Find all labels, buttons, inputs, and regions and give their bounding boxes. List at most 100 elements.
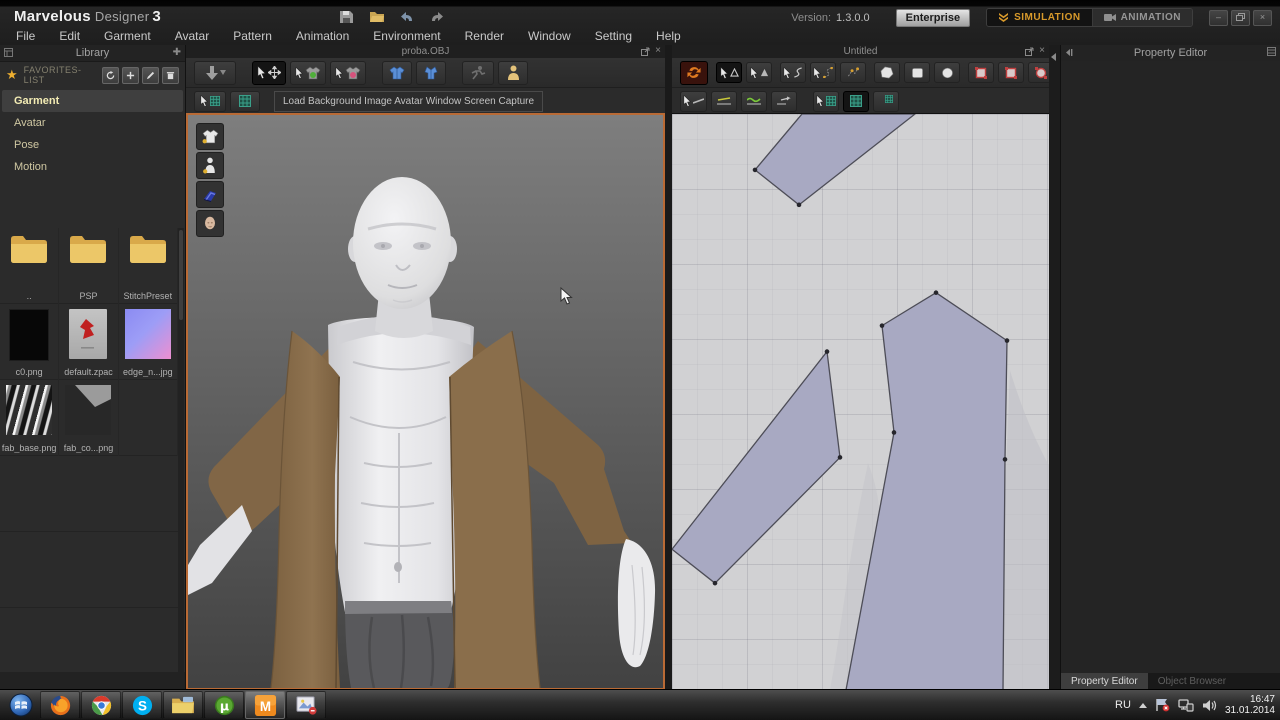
menu-file[interactable]: File — [4, 29, 47, 43]
show-avatar-toggle[interactable] — [196, 152, 224, 179]
panel-splitter[interactable] — [1049, 45, 1060, 690]
show-garment-toggle[interactable] — [196, 123, 224, 150]
language-indicator[interactable]: RU — [1115, 699, 1131, 711]
tooltip-text: Load Background Image Avatar Window Scre… — [283, 95, 535, 107]
menu-help[interactable]: Help — [644, 29, 693, 43]
undo-button[interactable] — [398, 9, 415, 24]
float-window-icon[interactable] — [1025, 47, 1034, 56]
refresh-button[interactable] — [102, 66, 119, 84]
show-avatar-button[interactable] — [498, 60, 528, 85]
show-garment-fit-button[interactable] — [416, 60, 446, 85]
start-button[interactable] — [2, 691, 40, 719]
show-fabric-toggle[interactable] — [196, 181, 224, 208]
menu-animation[interactable]: Animation — [284, 29, 361, 43]
menu-avatar[interactable]: Avatar — [163, 29, 221, 43]
thumbnail-edge-normal[interactable]: edge_n...jpg — [119, 304, 178, 380]
free-sew-button[interactable] — [741, 90, 767, 112]
thumbnail-fab-co[interactable]: fab_co...png — [59, 380, 119, 456]
library-item-motion[interactable]: Motion — [0, 156, 185, 178]
thumbnail-parent-folder[interactable]: .. — [0, 228, 60, 304]
undo-icon — [400, 11, 412, 21]
taskbar-skype[interactable]: S — [122, 691, 162, 719]
menu-pattern[interactable]: Pattern — [221, 29, 284, 43]
select-move-tool-button[interactable] — [252, 60, 286, 85]
menu-render[interactable]: Render — [453, 29, 516, 43]
close-panel-icon[interactable]: × — [1039, 46, 1045, 56]
internal-rectangle-tool-button[interactable] — [998, 62, 1024, 83]
panel-dock-icon[interactable]: ✚ — [173, 47, 181, 58]
texture-select-tool-button[interactable] — [194, 90, 226, 112]
texture-small-tool-button[interactable] — [873, 90, 899, 112]
library-scrollbar[interactable] — [178, 228, 184, 672]
tab-property-editor[interactable]: Property Editor — [1061, 673, 1148, 690]
select-garment-on-tool-button[interactable] — [290, 60, 326, 85]
save-button[interactable] — [338, 9, 355, 24]
taskbar-utorrent[interactable]: µ — [204, 691, 244, 719]
tab-object-browser[interactable]: Object Browser — [1148, 673, 1236, 690]
menu-garment[interactable]: Garment — [92, 29, 163, 43]
taskbar-explorer[interactable] — [163, 691, 203, 719]
enterprise-badge[interactable]: Enterprise — [895, 8, 971, 27]
texture-edit-tool-button[interactable] — [813, 90, 839, 112]
edit-sewing-button[interactable] — [771, 90, 797, 112]
transform-pattern-tool-button[interactable] — [716, 62, 742, 83]
volume-icon[interactable] — [1202, 699, 1217, 712]
segment-sewing-tool-button[interactable] — [680, 90, 707, 112]
viewport-3d-canvas[interactable] — [186, 113, 665, 690]
open-button[interactable] — [368, 9, 385, 24]
taskbar-marvelous-designer[interactable]: M — [245, 691, 285, 719]
close-button[interactable]: × — [1253, 9, 1272, 26]
show-head-toggle[interactable] — [196, 210, 224, 237]
network-icon[interactable] — [1178, 698, 1194, 712]
gizmo-move-tool-button[interactable] — [194, 60, 236, 85]
menu-setting[interactable]: Setting — [583, 29, 644, 43]
action-center-icon[interactable] — [1155, 698, 1170, 712]
edit-curve-point-tool-button[interactable] — [810, 62, 836, 83]
panel-list-icon[interactable] — [1267, 47, 1276, 56]
menu-edit[interactable]: Edit — [47, 29, 92, 43]
thumbnail-c0[interactable]: c0.png — [0, 304, 60, 380]
panel-menu-icon[interactable] — [4, 48, 13, 57]
float-window-icon[interactable] — [641, 47, 650, 56]
segment-sew-button[interactable] — [711, 90, 737, 112]
thumbnail-default-zpac[interactable]: default.zpac — [59, 304, 119, 380]
thumbnail-stitchpreset-folder[interactable]: StitchPreset — [119, 228, 178, 304]
tray-expand-icon[interactable] — [1138, 702, 1147, 708]
menu-window[interactable]: Window — [516, 29, 583, 43]
taskbar-chrome[interactable] — [81, 691, 121, 719]
edit-button[interactable] — [142, 66, 159, 84]
collapse-arrow-icon[interactable] — [1051, 53, 1056, 61]
animation-pose-tool-button[interactable] — [462, 60, 494, 85]
edit-curve-tool-button[interactable] — [780, 62, 806, 83]
texture-show-2d-toggle-button[interactable] — [843, 90, 869, 112]
pattern-2d-canvas[interactable] — [672, 113, 1049, 690]
restore-button[interactable] — [1231, 9, 1250, 26]
library-item-garment[interactable]: Garment — [2, 90, 183, 112]
show-garment-front-button[interactable] — [382, 60, 412, 85]
taskbar-image-viewer[interactable] — [286, 691, 326, 719]
texture-show-toggle-button[interactable] — [230, 90, 260, 112]
rectangle-pattern-tool-button[interactable] — [904, 62, 930, 83]
delete-button[interactable] — [162, 66, 179, 84]
panel-arrow-icon[interactable] — [1065, 48, 1074, 57]
add-button[interactable] — [122, 66, 139, 84]
thumbnail-psp-folder[interactable]: PSP — [59, 228, 119, 304]
menu-environment[interactable]: Environment — [361, 29, 452, 43]
add-point-tool-button[interactable] — [840, 62, 866, 83]
redo-button[interactable] — [428, 9, 445, 24]
circle-pattern-tool-button[interactable] — [934, 62, 960, 83]
library-item-avatar[interactable]: Avatar — [0, 112, 185, 134]
close-panel-icon[interactable]: × — [655, 46, 661, 56]
minimize-button[interactable]: – — [1209, 9, 1228, 26]
internal-polygon-tool-button[interactable] — [968, 62, 994, 83]
select-garment-off-tool-button[interactable] — [330, 60, 366, 85]
sync-3d-button[interactable] — [680, 60, 708, 85]
simulation-mode-button[interactable]: SIMULATION — [987, 9, 1092, 26]
library-item-pose[interactable]: Pose — [0, 134, 185, 156]
polygon-pattern-tool-button[interactable] — [874, 62, 900, 83]
thumbnail-fab-base[interactable]: fab_base.png — [0, 380, 60, 456]
taskbar-firefox[interactable] — [40, 691, 80, 719]
edit-pattern-tool-button[interactable] — [746, 62, 772, 83]
animation-mode-button[interactable]: ANIMATION — [1091, 9, 1192, 26]
clock[interactable]: 16:47 31.01.2014 — [1225, 694, 1275, 716]
